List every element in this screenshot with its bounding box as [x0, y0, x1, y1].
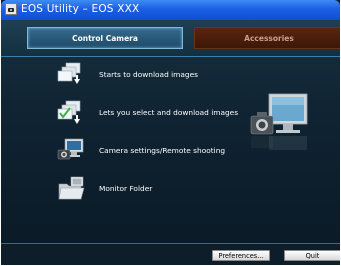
title-bar[interactable]: EOS Utility – EOS XXX [1, 0, 340, 20]
menu-item-download-images[interactable]: Starts to download images [1, 62, 251, 92]
menu-item-select-download[interactable]: Lets you select and download images [1, 100, 251, 130]
camera-computer-illustration [250, 93, 308, 150]
main-panel: Control Camera Accessories Starts to dow… [1, 20, 340, 265]
menu-item-monitor-folder[interactable]: Monitor Folder [1, 176, 251, 206]
quit-button[interactable]: Quit [284, 250, 340, 261]
preferences-button[interactable]: Preferences... [212, 250, 270, 261]
menu-item-label: Starts to download images [99, 70, 198, 79]
download-images-icon [57, 62, 81, 84]
select-download-icon [57, 100, 81, 124]
eos-utility-app-icon [5, 3, 17, 15]
menu-item-label: Lets you select and download images [99, 108, 239, 117]
tab-accessories[interactable]: Accessories [194, 27, 340, 49]
bottom-bar: Preferences... Quit [1, 243, 340, 265]
monitor-folder-icon [58, 176, 85, 200]
tab-control-camera[interactable]: Control Camera [27, 27, 183, 49]
window-title: EOS Utility – EOS XXX [21, 3, 140, 15]
menu-item-label: Camera settings/Remote shooting [99, 146, 226, 155]
menu-item-label: Monitor Folder [99, 184, 153, 193]
menu-item-remote-shooting[interactable]: Camera settings/Remote shooting [1, 138, 251, 168]
remote-shooting-icon [57, 138, 84, 160]
app-window: EOS Utility – EOS XXX Control Camera Acc… [1, 0, 340, 265]
tab-bar: Control Camera Accessories [1, 20, 340, 56]
tab-divider [1, 56, 340, 57]
